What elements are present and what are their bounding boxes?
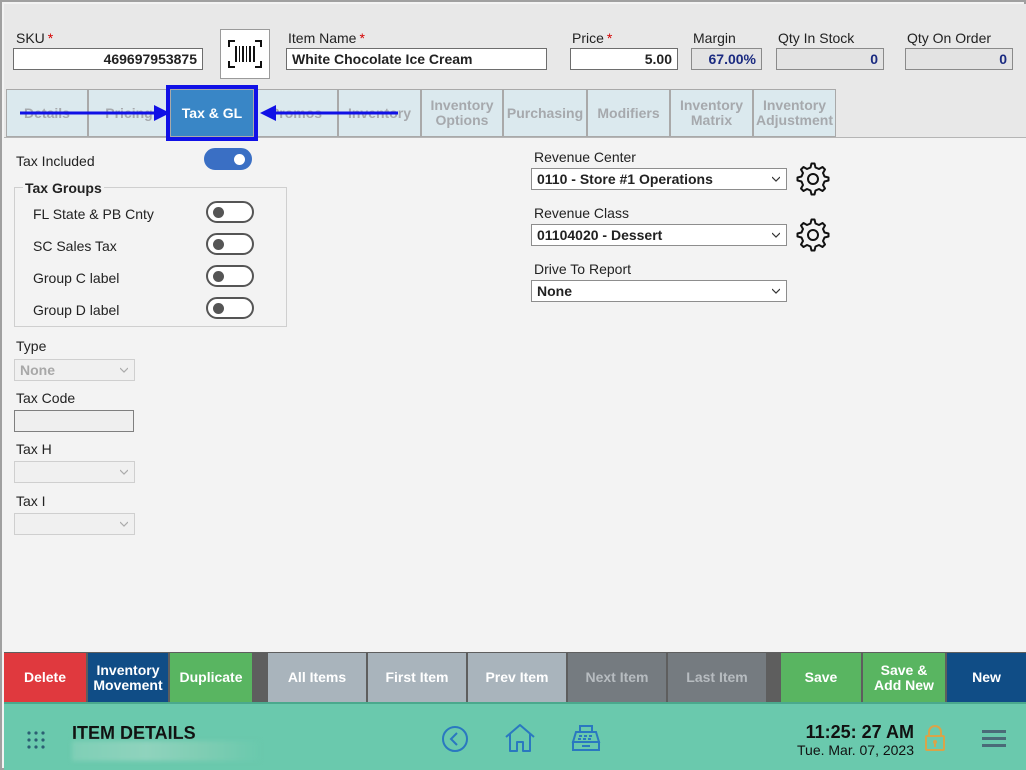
margin-label: Margin (693, 30, 736, 46)
tab-tax-gl[interactable]: Tax & GL (166, 85, 258, 141)
gear-icon[interactable] (796, 162, 830, 196)
tax-included-label: Tax Included (16, 153, 95, 169)
sku-field[interactable]: 469697953875 (13, 48, 203, 70)
save-button[interactable]: Save (781, 653, 861, 702)
redacted-subtitle (72, 741, 259, 761)
chevron-down-icon (772, 232, 780, 238)
clock-time: 11:25: 27 AM (805, 722, 914, 742)
drive-to-report-select[interactable]: None (531, 280, 787, 302)
tax-code-field[interactable] (14, 410, 134, 432)
item-name-field[interactable]: White Chocolate Ice Cream (286, 48, 547, 70)
tax-group-label: SC Sales Tax (33, 238, 117, 254)
hamburger-menu-icon[interactable] (982, 728, 1006, 748)
tax-group-toggle-c[interactable] (206, 265, 254, 287)
tax-group-toggle-fl[interactable] (206, 201, 254, 223)
chevron-down-icon (772, 288, 780, 294)
action-bar: Delete Inventory Movement Duplicate All … (4, 652, 1026, 702)
tab-inventory-adjustment[interactable]: Inventory Adjustment (753, 89, 836, 137)
inventory-movement-button[interactable]: Inventory Movement (88, 653, 168, 702)
tax-group-toggle-d[interactable] (206, 297, 254, 319)
chevron-down-icon (120, 469, 128, 475)
chevron-down-icon (120, 367, 128, 373)
last-item-button[interactable]: Last Item (668, 653, 766, 702)
annotation-arrow-left (260, 105, 398, 121)
lock-icon[interactable] (924, 724, 946, 752)
tax-h-select[interactable] (14, 461, 135, 483)
qty-in-stock-label: Qty In Stock (778, 30, 855, 46)
tab-purchasing[interactable]: Purchasing (503, 89, 587, 137)
home-icon[interactable] (504, 723, 536, 753)
tab-modifiers[interactable]: Modifiers (587, 89, 670, 137)
tax-code-label: Tax Code (16, 390, 76, 406)
delete-button[interactable]: Delete (4, 653, 86, 702)
clock-date: Tue. Mar. 07, 2023 (797, 742, 914, 758)
app-window: SKU * 469697953875 Item Name * White Choco… (0, 0, 1026, 770)
gear-icon[interactable] (796, 218, 830, 252)
margin-field: 67.00% (691, 48, 762, 70)
item-name-label: Item Name * (288, 30, 365, 46)
revenue-center-label: Revenue Center (534, 149, 636, 165)
tab-inventory-matrix[interactable]: Inventory Matrix (670, 89, 753, 137)
chevron-down-icon (120, 521, 128, 527)
revenue-class-label: Revenue Class (534, 205, 629, 221)
item-header: SKU * 469697953875 Item Name * White Choco… (4, 4, 1026, 90)
chevron-down-icon (772, 176, 780, 182)
save-add-new-button[interactable]: Save & Add New (863, 653, 945, 702)
tab-inventory-options[interactable]: Inventory Options (421, 89, 503, 137)
barcode-scan-button[interactable] (220, 29, 270, 79)
prev-item-button[interactable]: Prev Item (468, 653, 566, 702)
tax-h-label: Tax H (16, 441, 52, 457)
annotation-arrow-right (20, 105, 170, 121)
qty-on-order-label: Qty On Order (907, 30, 992, 46)
tax-groups-title: Tax Groups (23, 180, 104, 196)
new-button[interactable]: New (947, 653, 1026, 702)
first-item-button[interactable]: First Item (368, 653, 466, 702)
tax-group-label: Group D label (33, 302, 120, 318)
tax-group-label: FL State & PB Cnty (33, 206, 154, 222)
barcode-icon (228, 40, 262, 68)
duplicate-button[interactable]: Duplicate (170, 653, 252, 702)
revenue-class-select[interactable]: 01104020 - Dessert (531, 224, 787, 246)
tax-i-select[interactable] (14, 513, 135, 535)
apps-grid-icon[interactable] (26, 730, 46, 750)
revenue-center-select[interactable]: 0110 - Store #1 Operations (531, 168, 787, 190)
tax-included-toggle[interactable] (204, 148, 252, 170)
qty-on-order-field: 0 (905, 48, 1013, 70)
tax-i-label: Tax I (16, 493, 46, 509)
price-field[interactable]: 5.00 (570, 48, 678, 70)
tax-group-toggle-sc[interactable] (206, 233, 254, 255)
tab-bar: Details Pricing Tax & GL Promos Inventor… (4, 85, 1026, 141)
type-label: Type (16, 338, 47, 354)
tax-group-label: Group C label (33, 270, 120, 286)
all-items-button[interactable]: All Items (268, 653, 366, 702)
tax-gl-panel: Tax Included Tax Groups FL State & PB Cn… (4, 138, 1026, 652)
next-item-button[interactable]: Next Item (568, 653, 666, 702)
sku-label: SKU * (16, 30, 54, 46)
price-label: Price * (572, 30, 613, 46)
drive-to-report-label: Drive To Report (534, 261, 632, 277)
register-icon[interactable] (571, 724, 601, 752)
qty-in-stock-field: 0 (776, 48, 884, 70)
type-select[interactable]: None (14, 359, 135, 381)
back-circle-icon[interactable] (441, 725, 469, 753)
footer-bar: ITEM DETAILS 11:25: 27 AM Tue. Mar. 07, … (4, 702, 1026, 770)
